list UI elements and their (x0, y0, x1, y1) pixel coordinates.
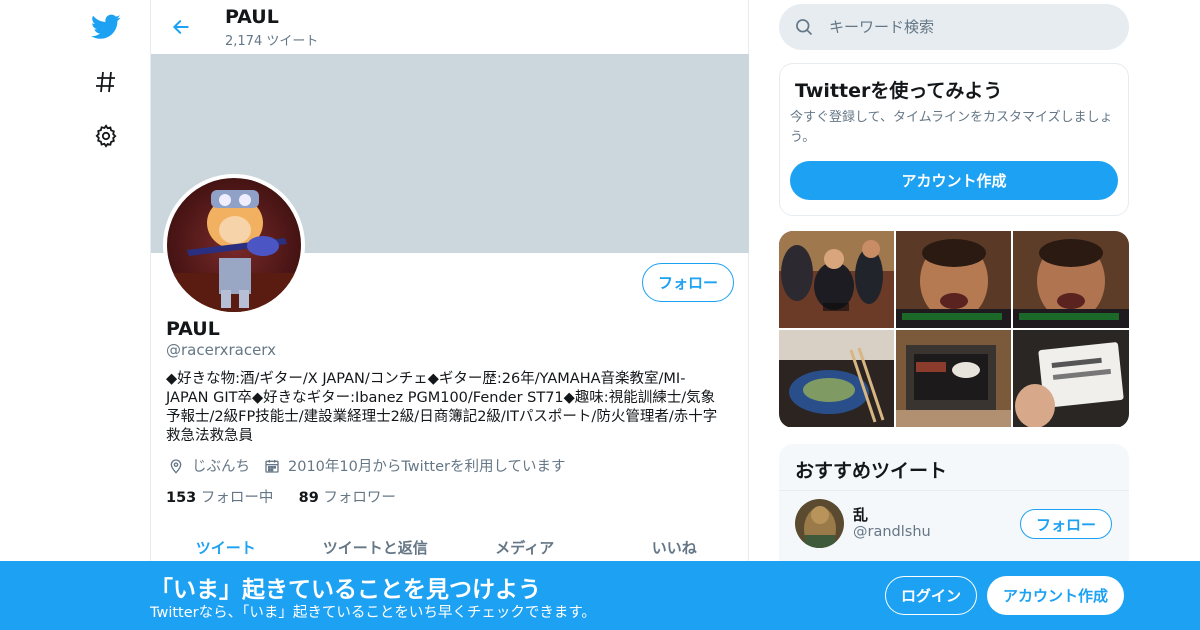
bio-line: 救急法救急員 (166, 428, 253, 444)
create-account-button[interactable]: アカウント作成 (790, 161, 1118, 200)
calendar-icon (262, 456, 282, 476)
gear-icon[interactable] (86, 116, 126, 156)
signup-card-text: 今すぐ登録して、タイムラインをカスタマイズしましょう。 (790, 110, 1113, 145)
header-tweet-count: 2,174 ツイート (225, 34, 319, 49)
signup-banner-title: 「いま」起きていることを見つけよう (150, 577, 541, 603)
media-thumbnail[interactable] (779, 231, 894, 328)
profile-avatar[interactable] (163, 174, 305, 316)
recommended-tweets: おすすめツイート 乱 @randlshu フォロー (779, 444, 1129, 574)
signup-card-title: Twitterを使ってみよう (795, 80, 1003, 102)
followers-link[interactable]: 89 フォロワー (299, 490, 396, 506)
following-label: フォロー中 (200, 490, 274, 506)
signup-button[interactable]: アカウント作成 (987, 576, 1124, 615)
recommended-user-handle: @randlshu (853, 524, 931, 540)
profile-name: PAUL (166, 318, 220, 340)
media-thumbnail[interactable] (896, 231, 1011, 328)
login-button[interactable]: ログイン (885, 576, 977, 615)
bio-line: ◆好きな物:酒/ギター/X JAPAN/コンチェ◆ギター歴:26年/YAMAHA… (166, 371, 686, 387)
search-input[interactable] (829, 14, 1109, 40)
tab-tweets-and-replies[interactable]: ツイートと返信 (301, 526, 451, 566)
search-icon (794, 17, 814, 41)
followers-count: 89 (298, 490, 319, 506)
profile-tabs: ツイート ツイートと返信 メディア いいね (151, 526, 749, 566)
signup-banner: 「いま」起きていることを見つけよう Twitterなら、「いま」起きていることを… (0, 561, 1200, 630)
signup-banner-subtitle: Twitterなら、「いま」起きていることをいち早くチェックできます。 (150, 605, 596, 621)
profile-header: PAUL 2,174 ツイート (151, 0, 749, 54)
search-box (779, 4, 1129, 50)
profile-stats: 153 フォロー中 89 フォロワー (166, 486, 396, 507)
location-pin-icon (166, 456, 186, 476)
profile-handle: @racerxracerx (166, 341, 276, 359)
bio-line: 予報士/2級FP技能士/建設業経理士2級/日商簿記2級/ITパスポート/防火管理… (166, 409, 718, 425)
recommended-user-avatar[interactable] (795, 499, 844, 548)
media-thumbnail[interactable] (1013, 231, 1129, 328)
bio-line: JAPAN GIT卒◆好きなギター:Ibanez PGM100/Fender S… (166, 390, 716, 406)
profile-column: PAUL 2,174 ツイート フォロー PAUL @racerxracerx … (150, 0, 749, 630)
media-thumbnail[interactable] (779, 330, 894, 427)
media-thumbnail[interactable] (1013, 330, 1129, 427)
follow-button[interactable]: フォロー (642, 263, 734, 302)
signup-card: Twitterを使ってみよう 今すぐ登録して、タイムラインをカスタマイズしましょ… (779, 63, 1129, 216)
profile-bio: ◆好きな物:酒/ギター/X JAPAN/コンチェ◆ギター歴:26年/YAMAHA… (166, 370, 736, 446)
tab-media[interactable]: メディア (450, 526, 600, 566)
profile-meta: じぶんち 2010年10月からTwitterを利用しています (166, 455, 566, 476)
following-link[interactable]: 153 フォロー中 (166, 490, 273, 506)
recommended-title: おすすめツイート (795, 460, 948, 482)
hashtag-icon[interactable] (86, 62, 126, 102)
tab-tweets[interactable]: ツイート (151, 526, 301, 566)
media-thumbnail[interactable] (896, 330, 1011, 427)
media-grid (779, 231, 1129, 428)
back-arrow-icon[interactable] (165, 11, 197, 43)
tab-likes[interactable]: いいね (600, 526, 750, 566)
twitter-bird-icon[interactable] (86, 7, 126, 47)
header-name: PAUL (225, 6, 279, 28)
profile-location: じぶんち (192, 459, 250, 475)
recommended-user-name[interactable]: 乱 (853, 504, 868, 525)
recommended-user-row[interactable]: 乱 @randlshu フォロー (779, 490, 1129, 560)
profile-joined: 2010年10月からTwitterを利用しています (288, 459, 566, 475)
left-nav (0, 0, 150, 630)
following-count: 153 (166, 490, 197, 506)
followers-label: フォロワー (323, 490, 396, 506)
recommended-follow-button[interactable]: フォロー (1020, 509, 1112, 539)
